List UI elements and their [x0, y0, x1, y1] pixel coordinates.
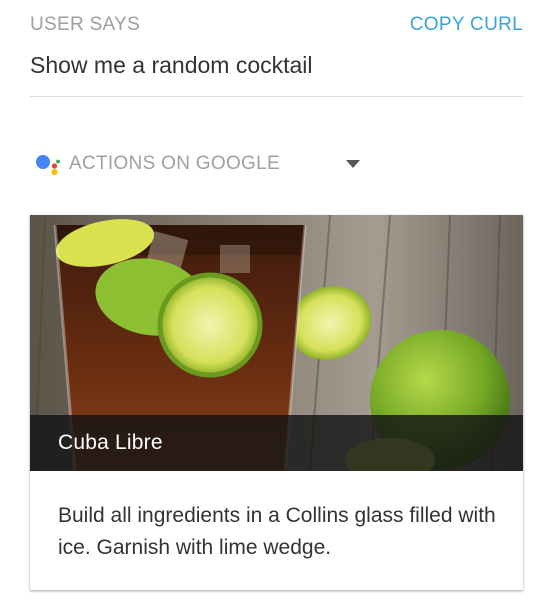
user-says-label: USER SAYS [30, 14, 141, 35]
basic-card: Cuba Libre Build all ingredients in a Co… [30, 215, 523, 590]
caret-down-icon[interactable] [346, 160, 360, 168]
agent-platform-select[interactable]: ACTIONS ON GOOGLE [34, 148, 366, 180]
card-image: Cuba Libre [30, 215, 523, 471]
card-title: Cuba Libre [58, 431, 163, 454]
card-title-bar: Cuba Libre [30, 415, 523, 471]
card-formatted-text: Build all ingredients in a Collins glass… [58, 504, 496, 559]
user-query-text: Show me a random cocktail [30, 52, 313, 78]
agent-select-label: ACTIONS ON GOOGLE [69, 153, 280, 174]
copy-curl-button[interactable]: COPY CURL [410, 14, 523, 36]
divider [30, 96, 523, 97]
google-assistant-icon [34, 149, 64, 179]
